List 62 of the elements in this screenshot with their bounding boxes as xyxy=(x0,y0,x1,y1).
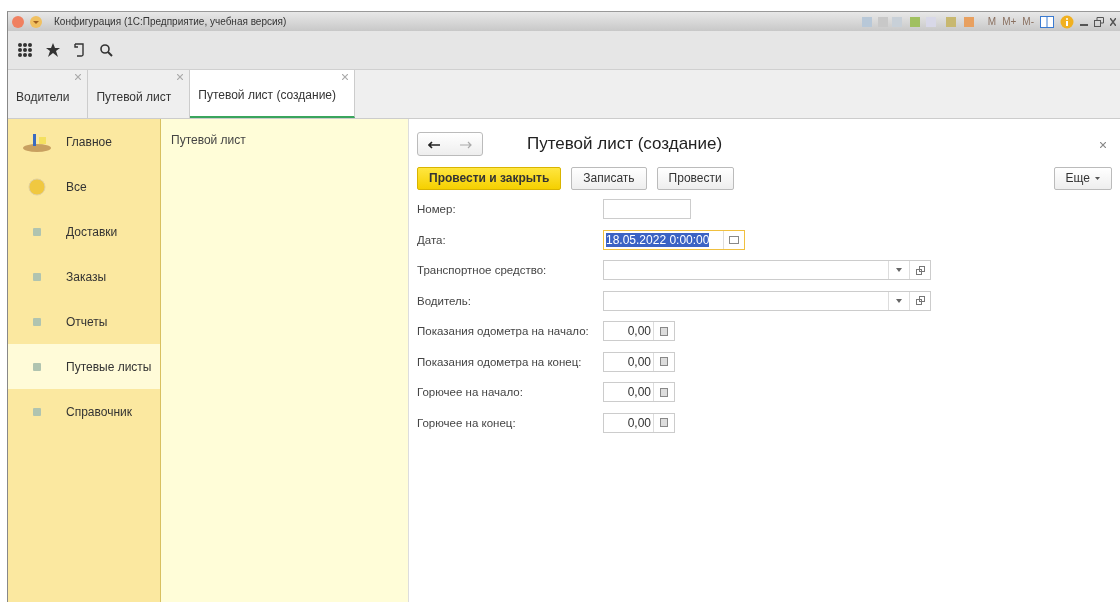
field-label: Транспортное средство: xyxy=(417,264,548,277)
sidebar-item[interactable]: Отчеты xyxy=(8,299,160,344)
select-field[interactable] xyxy=(603,290,931,311)
right-arrow-icon xyxy=(460,141,472,149)
grid-menu-icon[interactable] xyxy=(18,43,32,57)
field-label: Горючее на конец: xyxy=(417,416,517,429)
number-field[interactable]: 0,00 xyxy=(603,351,675,372)
star-icon[interactable] xyxy=(46,43,60,57)
field-label: Водитель: xyxy=(417,294,472,307)
more-button[interactable]: Еще xyxy=(1053,166,1112,190)
dropdown-icon[interactable] xyxy=(896,298,902,303)
section-icon xyxy=(33,272,41,281)
post-and-close-button[interactable]: Провести и закрыть xyxy=(417,166,562,190)
ball-icon xyxy=(28,177,46,196)
calculator-icon[interactable] xyxy=(660,418,668,428)
window-title: Конфигурация (1С:Предприятие, учебная версия) xyxy=(54,16,287,27)
open-icon[interactable] xyxy=(915,265,925,275)
calculator-icon[interactable] xyxy=(660,357,668,367)
section-icon xyxy=(33,362,41,371)
sidebar-item[interactable]: Все xyxy=(8,164,160,209)
section-icon xyxy=(33,317,41,326)
calculator-icon[interactable] xyxy=(660,326,668,336)
number-field[interactable]: 0,00 xyxy=(603,382,675,403)
sidebar-item[interactable]: Главное xyxy=(8,119,160,164)
memory-button[interactable]: M xyxy=(987,16,997,27)
sidebar-item[interactable]: Справочник xyxy=(8,389,160,434)
sidebar-item[interactable]: Доставки xyxy=(8,209,160,254)
dropdown-icon[interactable] xyxy=(896,268,902,273)
sidebar-item[interactable]: Путевые листы xyxy=(8,344,160,389)
number-field[interactable]: 0,00 xyxy=(603,412,675,433)
history-icon[interactable] xyxy=(74,43,86,57)
number-field[interactable] xyxy=(603,199,691,220)
field-label: Дата: xyxy=(417,233,447,246)
tab[interactable]: Путевой лист (создание) xyxy=(190,70,355,118)
left-arrow-icon xyxy=(428,141,440,149)
sidebar-item[interactable]: Заказы xyxy=(8,254,160,299)
number-field[interactable]: 0,00 xyxy=(603,321,675,342)
menu-icon[interactable] xyxy=(30,15,42,28)
field-label: Показания одометра на начало: xyxy=(417,325,590,338)
info-icon[interactable] xyxy=(1060,14,1074,29)
restore-icon[interactable] xyxy=(1094,16,1104,27)
nav-link[interactable]: Путевой лист xyxy=(171,133,246,147)
calendar-icon[interactable] xyxy=(729,235,739,244)
command-button[interactable]: Записать xyxy=(571,166,647,190)
open-icon[interactable] xyxy=(915,296,925,306)
select-field[interactable] xyxy=(603,260,931,281)
field-label: Горючее на начало: xyxy=(417,386,524,399)
command-button[interactable]: Провести xyxy=(656,166,734,190)
calculator-icon[interactable] xyxy=(660,387,668,397)
tab[interactable]: Водители xyxy=(8,70,89,118)
section-icon xyxy=(33,407,41,416)
close-icon xyxy=(1100,142,1106,148)
field-label: Номер: xyxy=(417,203,457,216)
search-icon[interactable] xyxy=(100,43,113,57)
field-label: Показания одометра на конец: xyxy=(417,355,583,368)
app-logo-icon[interactable] xyxy=(12,15,24,28)
panel-icon[interactable] xyxy=(1040,15,1054,28)
section-icon xyxy=(33,227,41,236)
form-title: Путевой лист (создание) xyxy=(527,134,724,154)
close-icon[interactable] xyxy=(1110,17,1116,26)
dropdown-icon xyxy=(1095,176,1100,180)
date-field[interactable]: 18.05.2022 0:00:00 xyxy=(603,229,745,250)
